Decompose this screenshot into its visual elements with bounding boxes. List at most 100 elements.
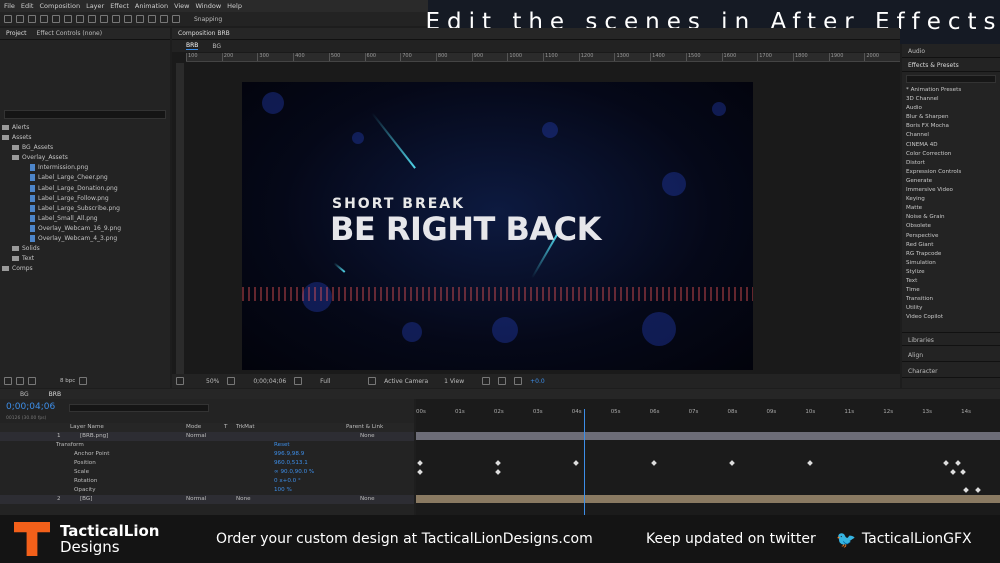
shape-tool-icon[interactable] bbox=[88, 15, 96, 23]
effect-category[interactable]: Stylize bbox=[902, 268, 1000, 277]
keyframe[interactable] bbox=[495, 469, 501, 475]
effect-category[interactable]: CINEMA 4D bbox=[902, 141, 1000, 150]
tree-file[interactable]: Label_Small_All.png bbox=[2, 214, 170, 224]
tree-file[interactable]: Intermission.png bbox=[2, 163, 170, 173]
snapshot-icon[interactable] bbox=[176, 377, 184, 385]
effects-presets-panel[interactable]: Effects & Presets bbox=[902, 58, 1000, 72]
keyframe[interactable] bbox=[975, 487, 981, 493]
effect-category[interactable]: Expression Controls bbox=[902, 168, 1000, 177]
effect-category[interactable]: Boris FX Mocha bbox=[902, 122, 1000, 131]
keyframe[interactable] bbox=[651, 460, 657, 466]
effect-category[interactable]: Time bbox=[902, 286, 1000, 295]
keyframe[interactable] bbox=[417, 460, 423, 466]
selection-tool-icon[interactable] bbox=[16, 15, 24, 23]
effect-category[interactable]: Video Copilot bbox=[902, 313, 1000, 322]
layer-row[interactable]: 1 [BRB.png] Normal None bbox=[0, 432, 414, 441]
clone-stamp-tool-icon[interactable] bbox=[136, 15, 144, 23]
tree-file[interactable]: Label_Large_Follow.png bbox=[2, 194, 170, 204]
effects-search-input[interactable] bbox=[906, 75, 996, 83]
effect-category[interactable]: Transition bbox=[902, 295, 1000, 304]
tree-folder[interactable]: Solids bbox=[2, 244, 170, 254]
home-icon[interactable] bbox=[4, 15, 12, 23]
tree-file[interactable]: Label_Large_Cheer.png bbox=[2, 173, 170, 183]
resolution-dropdown[interactable]: Full bbox=[320, 378, 360, 385]
camera-icon[interactable] bbox=[294, 377, 303, 385]
time-ruler[interactable]: 00s 01s 02s 03s 04s 05s 06s 07s 08s 09s 10s 11s 12s 1… bbox=[416, 409, 1000, 419]
layer-bar[interactable] bbox=[416, 432, 1000, 440]
new-comp-icon[interactable] bbox=[28, 377, 36, 385]
rotate-tool-icon[interactable] bbox=[52, 15, 60, 23]
blend-mode-dropdown[interactable]: Normal bbox=[186, 495, 206, 504]
tree-file[interactable]: Overlay_Webcam_4_3.png bbox=[2, 234, 170, 244]
menu-window[interactable]: Window bbox=[196, 2, 222, 10]
menu-file[interactable]: File bbox=[4, 2, 15, 10]
keyframe[interactable] bbox=[943, 460, 949, 466]
timeline-tab-bg[interactable]: BG bbox=[20, 391, 29, 398]
transform-group[interactable]: Transform Reset bbox=[0, 441, 414, 450]
3d-renderer-icon[interactable] bbox=[498, 377, 507, 385]
effect-category[interactable]: Generate bbox=[902, 177, 1000, 186]
hand-tool-icon[interactable] bbox=[28, 15, 36, 23]
tree-folder[interactable]: Comps bbox=[2, 264, 170, 274]
interpret-footage-icon[interactable] bbox=[4, 377, 12, 385]
keyframe[interactable] bbox=[960, 469, 966, 475]
effect-category[interactable]: 3D Channel bbox=[902, 95, 1000, 104]
tree-folder[interactable]: Assets bbox=[2, 133, 170, 143]
keyframe[interactable] bbox=[950, 469, 956, 475]
keyframe[interactable] bbox=[495, 460, 501, 466]
keyframe[interactable] bbox=[955, 460, 961, 466]
tree-folder[interactable]: Overlay_Assets bbox=[2, 153, 170, 163]
toggle-icon[interactable] bbox=[482, 377, 491, 385]
effect-category[interactable]: Distort bbox=[902, 159, 1000, 168]
roi-icon[interactable] bbox=[368, 377, 377, 385]
effect-category[interactable]: Simulation bbox=[902, 259, 1000, 268]
eraser-tool-icon[interactable] bbox=[148, 15, 156, 23]
tab-effect-controls[interactable]: Effect Controls (none) bbox=[37, 30, 103, 37]
type-tool-icon[interactable] bbox=[112, 15, 120, 23]
effect-category[interactable]: Noise & Grain bbox=[902, 213, 1000, 222]
flowchart-icon[interactable] bbox=[514, 377, 523, 385]
parent-dropdown[interactable]: None bbox=[360, 495, 375, 504]
tree-file[interactable]: Label_Large_Donation.png bbox=[2, 184, 170, 194]
keyframe[interactable] bbox=[729, 460, 735, 466]
timeline-tab-brb[interactable]: BRB bbox=[49, 391, 61, 398]
trash-icon[interactable] bbox=[79, 377, 88, 385]
menu-view[interactable]: View bbox=[174, 2, 189, 10]
layer-row[interactable]: 2 [BG] Normal None None bbox=[0, 495, 414, 504]
effect-category[interactable]: Color Correction bbox=[902, 150, 1000, 159]
effect-category[interactable]: Red Giant bbox=[902, 241, 1000, 250]
tree-folder[interactable]: Text bbox=[2, 254, 170, 264]
effect-category[interactable]: Obsolete bbox=[902, 222, 1000, 231]
align-panel[interactable]: Align bbox=[902, 348, 1000, 363]
project-search-input[interactable] bbox=[4, 110, 166, 119]
menu-layer[interactable]: Layer bbox=[86, 2, 104, 10]
parent-dropdown[interactable]: None bbox=[360, 432, 375, 441]
effect-category[interactable]: Immersive Video bbox=[902, 186, 1000, 195]
layer-bar[interactable] bbox=[416, 495, 1000, 503]
keyframe[interactable] bbox=[573, 460, 579, 466]
effect-category[interactable]: Perspective bbox=[902, 232, 1000, 241]
keyframe[interactable] bbox=[807, 460, 813, 466]
menu-composition[interactable]: Composition bbox=[39, 2, 80, 10]
timeline-search-input[interactable] bbox=[68, 403, 209, 412]
zoom-dropdown[interactable]: 50% bbox=[206, 378, 219, 385]
tree-folder[interactable]: BG_Assets bbox=[2, 143, 170, 153]
puppet-tool-icon[interactable] bbox=[172, 15, 180, 23]
tab-composition[interactable]: Composition BRB bbox=[178, 30, 230, 37]
view-layout-dropdown[interactable]: 1 View bbox=[444, 378, 474, 385]
property-row[interactable]: Opacity 100 % bbox=[0, 486, 414, 495]
keyframe[interactable] bbox=[963, 487, 969, 493]
camera-dropdown[interactable]: Active Camera bbox=[384, 378, 436, 385]
property-row[interactable]: Position 960.0,513.1 bbox=[0, 459, 414, 468]
playhead[interactable] bbox=[584, 409, 585, 515]
menu-animation[interactable]: Animation bbox=[135, 2, 168, 10]
effect-category[interactable]: Text bbox=[902, 277, 1000, 286]
tree-folder[interactable]: Alerts bbox=[2, 123, 170, 133]
libraries-panel[interactable]: Libraries bbox=[902, 332, 1000, 347]
zoom-tool-icon[interactable] bbox=[40, 15, 48, 23]
property-row[interactable]: Anchor Point 996.9,98.9 bbox=[0, 450, 414, 459]
menu-effect[interactable]: Effect bbox=[110, 2, 129, 10]
timecode-display[interactable]: 0;00;04;06 bbox=[6, 402, 55, 412]
tree-file[interactable]: Overlay_Webcam_16_9.png bbox=[2, 224, 170, 234]
fit-icon[interactable] bbox=[227, 377, 236, 385]
